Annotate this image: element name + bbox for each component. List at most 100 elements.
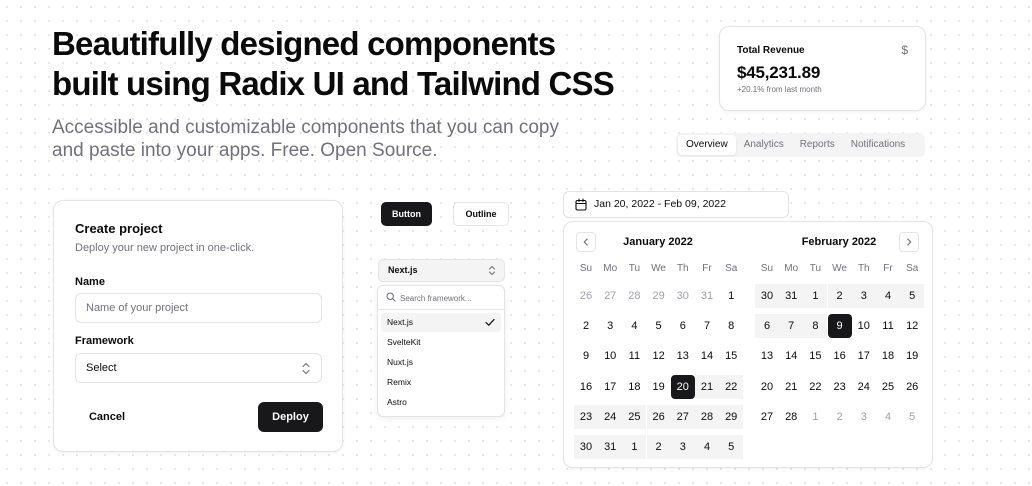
calendar-day[interactable]: 10 (852, 314, 876, 338)
tabs-list: Overview Analytics Reports Notifications (676, 133, 925, 157)
combobox-value: Next.js (388, 265, 418, 275)
calendar-day[interactable]: 13 (671, 344, 695, 368)
calendar-day[interactable]: 3 (670, 435, 695, 459)
calendar-day[interactable]: 11 (876, 314, 900, 338)
calendar-day[interactable]: 12 (900, 314, 924, 338)
calendar-day[interactable]: 4 (876, 405, 900, 429)
calendar-day[interactable]: 3 (852, 405, 876, 429)
hero-subtitle-line: Accessible and customizable components t… (52, 117, 559, 138)
calendar-day[interactable]: 7 (695, 314, 719, 338)
calendar-day[interactable]: 28 (695, 404, 719, 429)
calendar-day[interactable]: 26 (646, 404, 671, 429)
calendar-day[interactable]: 2 (828, 405, 852, 429)
calendar-day[interactable]: 23 (574, 404, 598, 429)
calendar-day[interactable]: 1 (719, 284, 743, 308)
calendar-day[interactable]: 5 (900, 405, 924, 429)
calendar-day[interactable]: 25 (876, 375, 900, 399)
tab-overview[interactable]: Overview (678, 135, 736, 155)
calendar-day-selected[interactable]: 9 (827, 314, 852, 339)
calendar-day[interactable]: 10 (598, 344, 622, 368)
calendar-day[interactable]: 20 (755, 375, 779, 399)
calendar-day[interactable]: 14 (695, 344, 719, 368)
calendar-day[interactable]: 22 (719, 374, 744, 399)
calendar-day[interactable]: 5 (900, 284, 925, 308)
calendar-day[interactable]: 26 (574, 284, 598, 308)
outline-button[interactable]: Outline (453, 202, 509, 226)
calendar-day[interactable]: 3 (598, 314, 622, 338)
calendar-day[interactable]: 14 (779, 344, 803, 368)
framework-select[interactable]: Select (75, 353, 322, 383)
search-framework-input[interactable] (400, 290, 498, 306)
calendar-day[interactable]: 31 (695, 284, 719, 308)
calendar-day[interactable]: 15 (719, 344, 743, 368)
calendar-day[interactable]: 17 (852, 344, 876, 368)
calendar-day[interactable]: 4 (622, 314, 646, 338)
calendar-day[interactable]: 24 (852, 375, 876, 399)
calendar-day[interactable]: 2 (827, 284, 852, 308)
calendar-day[interactable]: 7 (779, 314, 804, 339)
calendar-day[interactable]: 18 (876, 344, 900, 368)
calendar-day[interactable]: 8 (803, 314, 828, 339)
calendar-day[interactable]: 22 (803, 375, 827, 399)
calendar-day[interactable]: 16 (574, 375, 598, 399)
list-item[interactable]: Nuxt.js (381, 353, 501, 372)
calendar-day[interactable]: 9 (574, 344, 598, 368)
calendar-day[interactable]: 19 (647, 375, 671, 399)
calendar-day[interactable]: 6 (755, 314, 779, 339)
calendar-day[interactable]: 15 (803, 344, 827, 368)
tab-reports[interactable]: Reports (792, 135, 843, 155)
calendar-day[interactable]: 11 (622, 344, 646, 368)
date-range-button[interactable]: Jan 20, 2022 - Feb 09, 2022 (563, 191, 789, 218)
calendar-day[interactable]: 18 (622, 375, 646, 399)
calendar-day[interactable]: 4 (695, 435, 719, 459)
calendar-day-selected[interactable]: 20 (670, 374, 695, 399)
deploy-button[interactable]: Deploy (258, 402, 323, 432)
list-item[interactable]: Remix (381, 373, 501, 392)
tab-notifications[interactable]: Notifications (843, 135, 913, 155)
calendar-day[interactable]: 30 (574, 435, 598, 459)
calendar-day[interactable]: 21 (779, 375, 803, 399)
weekday-header: Mo (603, 263, 618, 274)
list-item[interactable]: SvelteKit (381, 333, 501, 352)
tab-analytics[interactable]: Analytics (736, 135, 792, 155)
calendar-day[interactable]: 31 (779, 284, 804, 308)
calendar-day[interactable]: 27 (598, 284, 622, 308)
calendar-day[interactable]: 26 (900, 375, 924, 399)
calendar-day[interactable]: 4 (876, 284, 900, 308)
calendar-day[interactable]: 19 (900, 344, 924, 368)
calendar-day[interactable]: 5 (647, 314, 671, 338)
calendar-day[interactable]: 21 (695, 374, 719, 399)
calendar-day[interactable]: 6 (671, 314, 695, 338)
calendar-day[interactable]: 29 (647, 284, 671, 308)
calendar-day[interactable]: 2 (574, 314, 598, 338)
hero-title: Beautifully designed components built us… (52, 24, 672, 104)
framework-combobox[interactable]: Next.js (378, 259, 505, 282)
calendar-day[interactable]: 3 (851, 284, 876, 308)
calendar-day[interactable]: 27 (755, 405, 779, 429)
calendar-day[interactable]: 1 (803, 405, 827, 429)
cancel-button[interactable]: Cancel (75, 402, 139, 432)
calendar-day[interactable]: 13 (755, 344, 779, 368)
calendar-day[interactable]: 28 (779, 405, 803, 429)
calendar-day[interactable]: 29 (719, 404, 744, 429)
calendar-day[interactable]: 5 (719, 435, 744, 459)
calendar-day[interactable]: 31 (598, 435, 623, 459)
list-item[interactable]: Astro (381, 393, 501, 412)
calendar-day[interactable]: 25 (622, 404, 647, 429)
calendar-day[interactable]: 2 (646, 435, 671, 459)
primary-button[interactable]: Button (381, 202, 432, 226)
calendar-day[interactable]: 28 (622, 284, 646, 308)
project-name-input[interactable] (75, 293, 322, 323)
calendar-day[interactable]: 1 (803, 284, 828, 308)
calendar-day[interactable]: 24 (598, 404, 623, 429)
calendar-day[interactable]: 1 (622, 435, 647, 459)
calendar-day[interactable]: 12 (647, 344, 671, 368)
calendar-day[interactable]: 16 (828, 344, 852, 368)
list-item[interactable]: Next.js (381, 313, 501, 332)
calendar-day[interactable]: 30 (671, 284, 695, 308)
calendar-day[interactable]: 27 (670, 404, 695, 429)
calendar-day[interactable]: 17 (598, 375, 622, 399)
calendar-day[interactable]: 30 (755, 284, 779, 308)
calendar-day[interactable]: 23 (828, 375, 852, 399)
calendar-day[interactable]: 8 (719, 314, 743, 338)
